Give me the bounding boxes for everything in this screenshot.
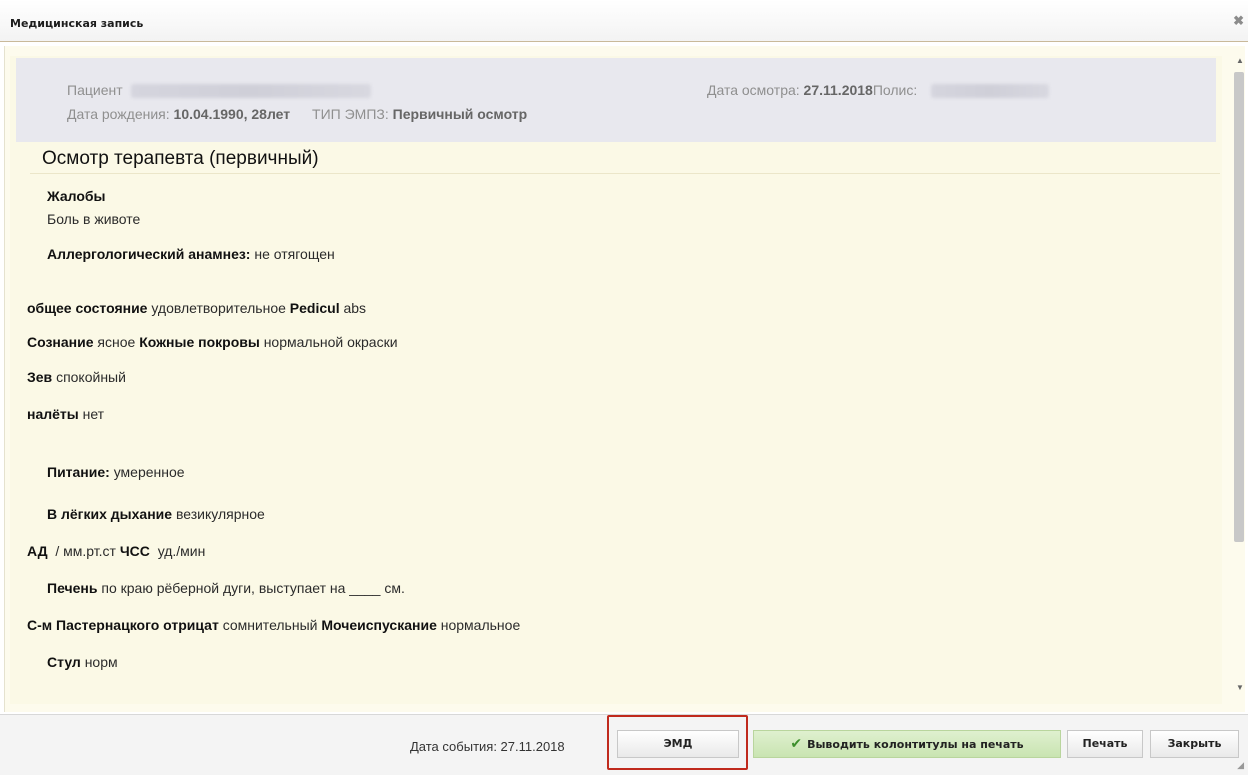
type-label: ТИП ЭМПЗ: xyxy=(312,106,389,122)
close-button[interactable]: Закрыть xyxy=(1150,730,1239,758)
form-title: Осмотр терапевта (первичный) xyxy=(42,148,319,169)
exam-date-label: Дата осмотра: xyxy=(707,82,800,98)
event-date: Дата события: 27.11.2018 xyxy=(410,739,565,754)
policy-label: Полис: xyxy=(872,82,918,98)
dob-label: Дата рождения: xyxy=(67,106,170,122)
stool-row: Стул норм xyxy=(47,654,118,670)
dialog-titlebar: Медицинская запись ✖ xyxy=(0,0,1248,42)
policy-redacted xyxy=(931,84,1050,99)
general-state-row: общее состояние удовлетворительное Pedic… xyxy=(27,300,367,316)
patient-name-redacted xyxy=(130,84,371,99)
checkmark-icon: ✔ xyxy=(790,736,803,752)
complaints-heading: Жалобы xyxy=(47,188,106,204)
dialog-title: Медицинская запись xyxy=(10,17,144,30)
exam-date-line: Дата осмотра: 27.11.2018Полис: xyxy=(707,82,1050,99)
liver-row: Печень по краю рёберной дуги, выступает … xyxy=(47,580,405,596)
patient-name-line: Пациент xyxy=(67,82,371,99)
consciousness-row: Сознание ясное Кожные покровы нормальной… xyxy=(27,334,398,350)
type-value: Первичный осмотр xyxy=(392,106,528,122)
scroll-up-icon[interactable]: ▲ xyxy=(1236,56,1244,65)
close-icon[interactable]: ✖ xyxy=(1233,13,1244,29)
print-button[interactable]: Печать xyxy=(1067,730,1143,758)
vertical-scrollbar[interactable]: ▲ ▼ xyxy=(1233,56,1246,696)
title-divider xyxy=(30,173,1220,174)
resize-grip-icon[interactable]: ◢ xyxy=(1237,760,1244,771)
patient-label: Пациент xyxy=(67,82,123,98)
exam-date-value: 27.11.2018 xyxy=(803,82,873,98)
throat-row: Зев спокойный xyxy=(27,369,126,385)
scroll-down-icon[interactable]: ▼ xyxy=(1236,683,1244,692)
emd-button[interactable]: ЭМД xyxy=(617,730,739,758)
dialog-footer: Дата события: 27.11.2018 ЭМД ✔ Выводить к… xyxy=(0,714,1248,775)
print-headers-button[interactable]: ✔ Выводить колонтитулы на печать xyxy=(753,730,1061,758)
complaints-value: Боль в животе xyxy=(47,211,141,227)
nutrition-row: Питание: умеренное xyxy=(47,464,185,480)
patient-dob-line: Дата рождения: 10.04.1990, 28лет ТИП ЭМП… xyxy=(67,106,527,122)
bp-hr-row: АД / мм.рт.ст ЧСС уд./мин xyxy=(27,543,206,559)
allergy-row: Аллергологический анамнез: не отягощен xyxy=(47,246,335,262)
kidney-urination-row: С-м Пастернацкого отрицат сомнительный М… xyxy=(27,617,521,633)
scrollbar-thumb[interactable] xyxy=(1234,72,1244,542)
patient-info-panel: Пациент Дата рождения: 10.04.1990, 28лет… xyxy=(16,58,1216,142)
dob-value: 10.04.1990, 28лет xyxy=(173,106,291,122)
medical-record-content: Пациент Дата рождения: 10.04.1990, 28лет… xyxy=(10,56,1222,704)
print-headers-label: Выводить колонтитулы на печать xyxy=(807,738,1024,751)
plaque-row: налёты нет xyxy=(27,406,105,422)
lungs-row: В лёгких дыхание везикулярное xyxy=(47,506,265,522)
